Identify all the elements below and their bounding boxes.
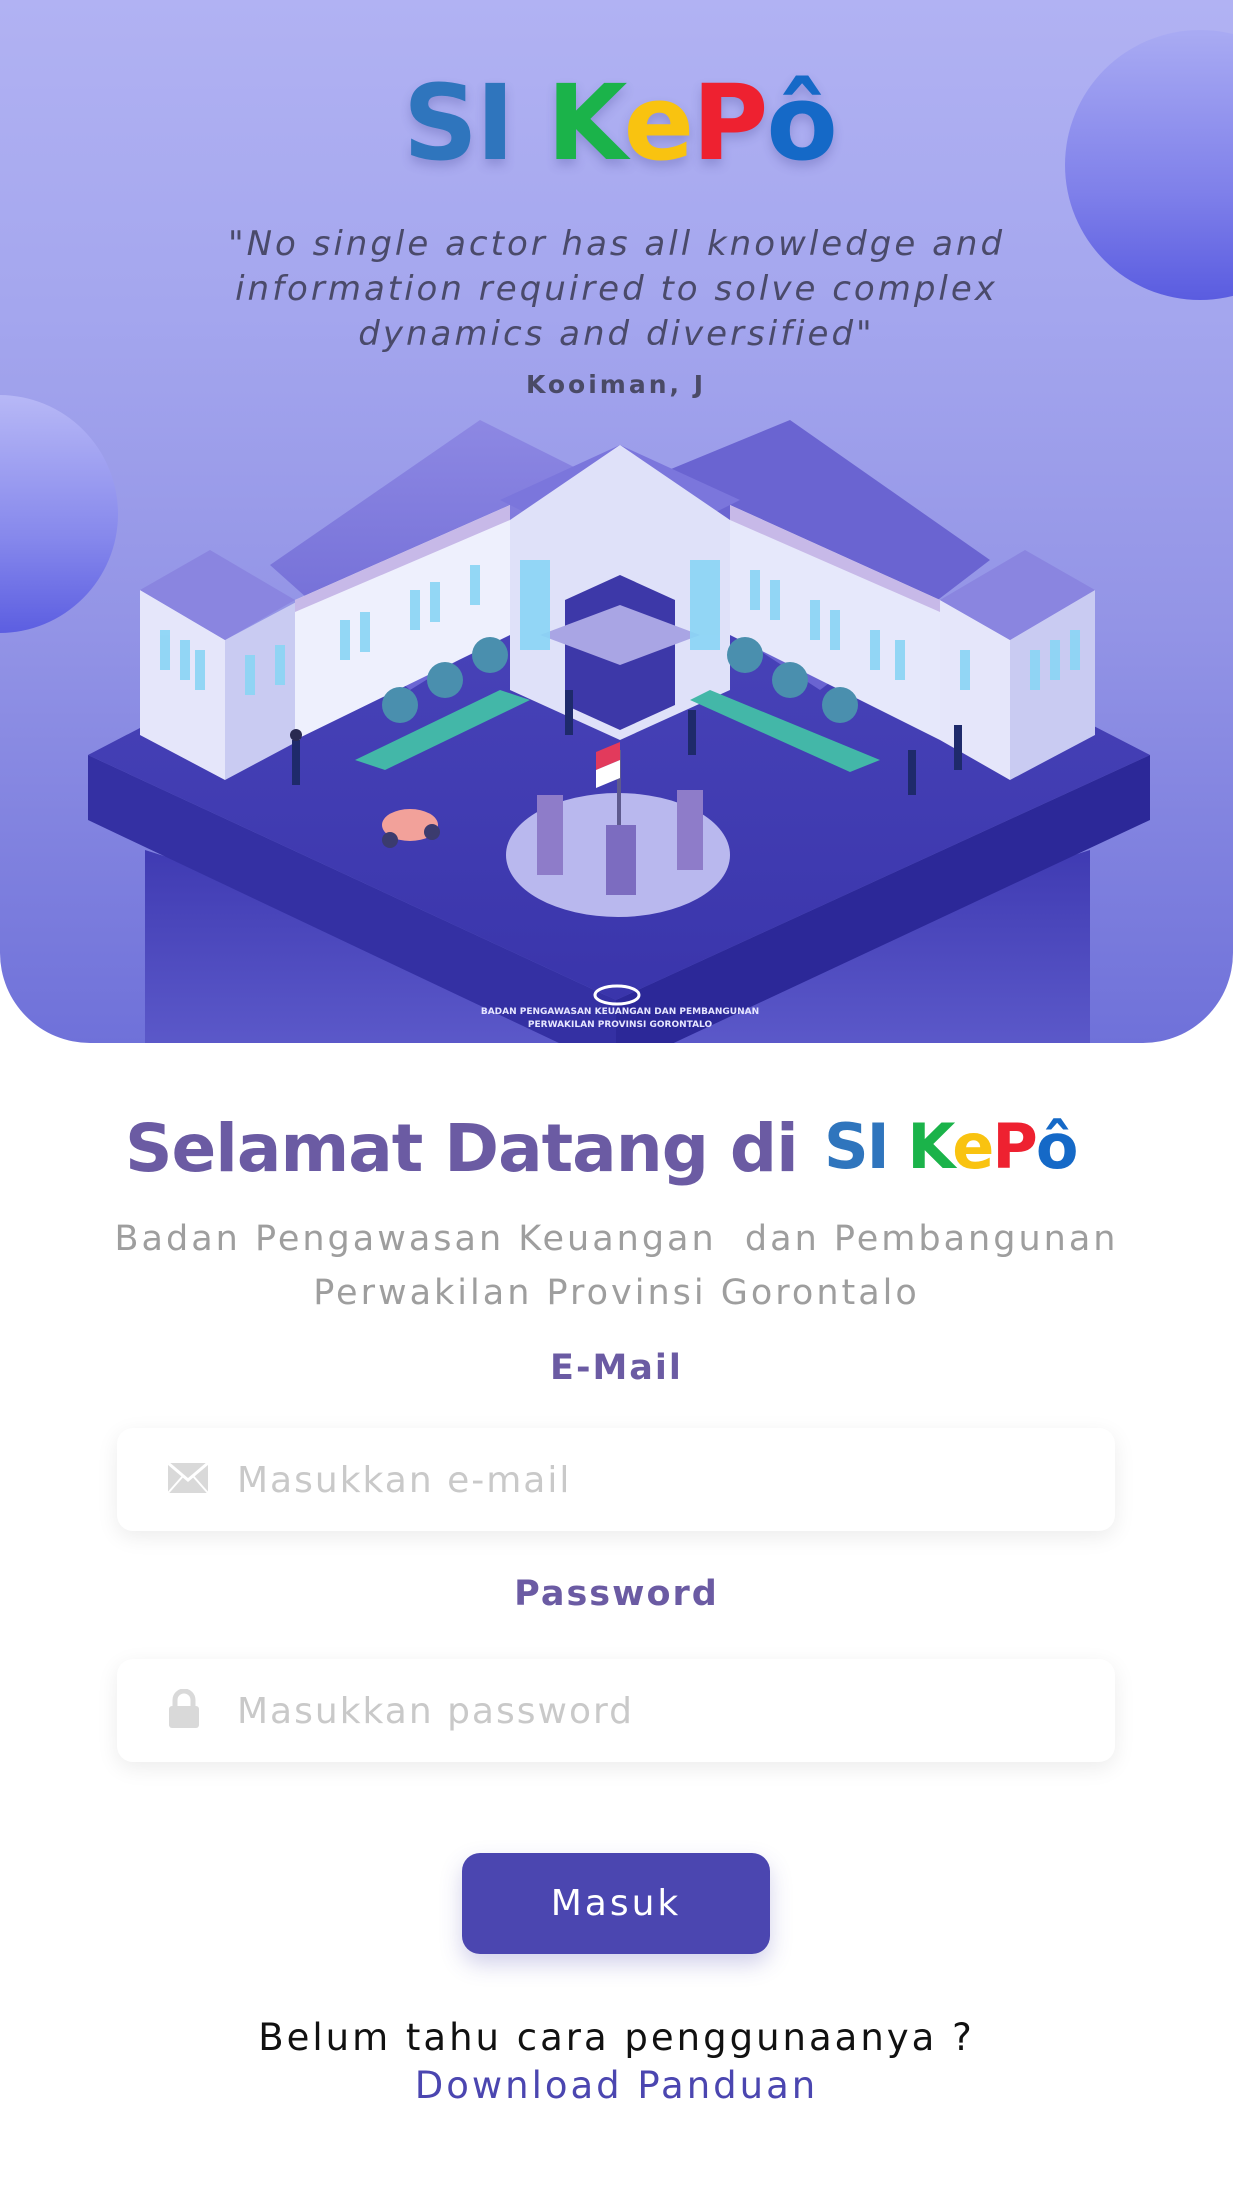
- logo-letter-i: I: [475, 62, 515, 184]
- welcome-title: Selamat Datang di: [125, 1110, 799, 1187]
- logo-letter-s: S: [824, 1110, 869, 1183]
- org-caption-line1: BADAN PENGAWASAN KEUANGAN DAN PEMBANGUNA…: [480, 1007, 760, 1017]
- logo-letter-e: e: [623, 62, 695, 184]
- lock-icon: [167, 1688, 201, 1733]
- password-field-container[interactable]: [117, 1659, 1115, 1764]
- logo-letter-k: K: [546, 62, 626, 184]
- logo-letter-s: S: [403, 62, 478, 184]
- quote-author: Kooiman, J: [525, 370, 707, 399]
- app-logo-inline: SI KePô: [824, 1110, 1079, 1183]
- subtitle-line2: Perwakilan Provinsi Gorontalo: [313, 1273, 920, 1313]
- welcome-subtitle: Badan Pengawasan Keuangan dan Pembanguna…: [100, 1212, 1133, 1320]
- password-label: Password: [514, 1574, 719, 1614]
- logo-letter-o: ô: [766, 62, 837, 184]
- subtitle-line1: Badan Pengawasan Keuangan dan Pembanguna…: [114, 1219, 1119, 1259]
- logo-letter-o: ô: [1035, 1110, 1079, 1183]
- download-guide-link[interactable]: Download Panduan: [0, 2064, 1233, 2107]
- login-button[interactable]: Masuk: [462, 1853, 770, 1954]
- org-caption: BADAN PENGAWASAN KEUANGAN DAN PEMBANGUNA…: [440, 1006, 800, 1032]
- app-logo: SI KePô: [403, 68, 838, 178]
- org-caption-line2: PERWAKILAN PROVINSI GORONTALO: [527, 1020, 713, 1030]
- logo-letter-p: P: [692, 62, 768, 184]
- email-input[interactable]: [235, 1428, 1099, 1533]
- hero-banner: BADAN PENGAWASAN KEUANGAN DAN PEMBANGUNA…: [0, 0, 1233, 1043]
- logo-letter-e: e: [952, 1110, 994, 1183]
- logo-letter-k: K: [907, 1110, 954, 1183]
- logo-letter-i: I: [866, 1110, 890, 1183]
- email-label: E-Mail: [550, 1348, 683, 1388]
- password-input[interactable]: [235, 1659, 1099, 1764]
- envelope-icon: [167, 1461, 209, 1498]
- hero-quote: "No single actor has all knowledge and i…: [227, 224, 1006, 354]
- logo-letter-p: P: [992, 1110, 1037, 1183]
- email-field-container[interactable]: [117, 1428, 1115, 1533]
- help-text: Belum tahu cara penggunaanya ?: [258, 2016, 975, 2059]
